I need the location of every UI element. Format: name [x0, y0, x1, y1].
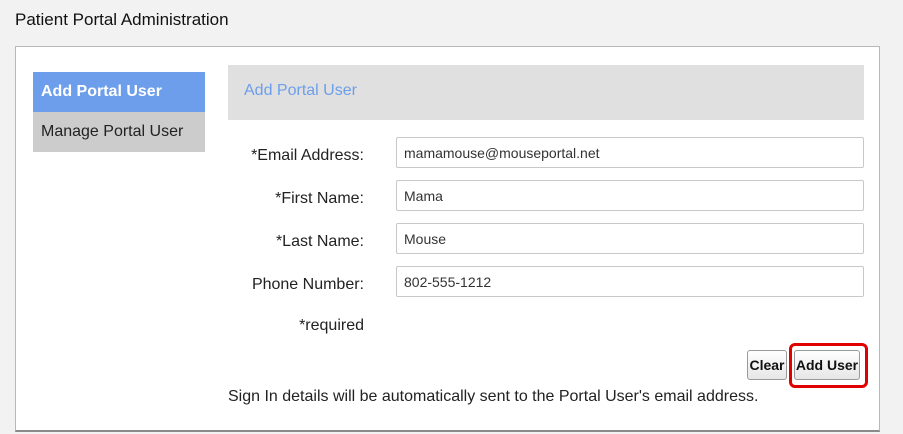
phone-label: Phone Number: — [251, 276, 364, 293]
form-header: Add Portal User — [228, 65, 864, 120]
last-name-field[interactable] — [396, 223, 864, 254]
sidebar-item-manage-portal-user[interactable]: Manage Portal User — [33, 112, 205, 152]
first-name-label: *First Name: — [275, 190, 364, 207]
page-title: Patient Portal Administration — [15, 10, 229, 29]
clear-button[interactable]: Clear — [747, 350, 787, 380]
sign-in-note: Sign In details will be automatically se… — [228, 388, 759, 405]
sidebar-item-add-portal-user[interactable]: Add Portal User — [33, 72, 205, 112]
admin-panel: Add Portal User Manage Portal User Add P… — [15, 46, 880, 432]
required-note: *required — [299, 317, 364, 334]
first-name-field[interactable] — [396, 180, 864, 211]
add-user-button[interactable]: Add User — [794, 350, 860, 380]
last-name-label: *Last Name: — [275, 233, 364, 250]
form-header-title: Add Portal User — [244, 82, 357, 99]
email-field[interactable] — [396, 137, 864, 168]
phone-field[interactable] — [396, 266, 864, 297]
email-label: *Email Address: — [251, 147, 364, 164]
